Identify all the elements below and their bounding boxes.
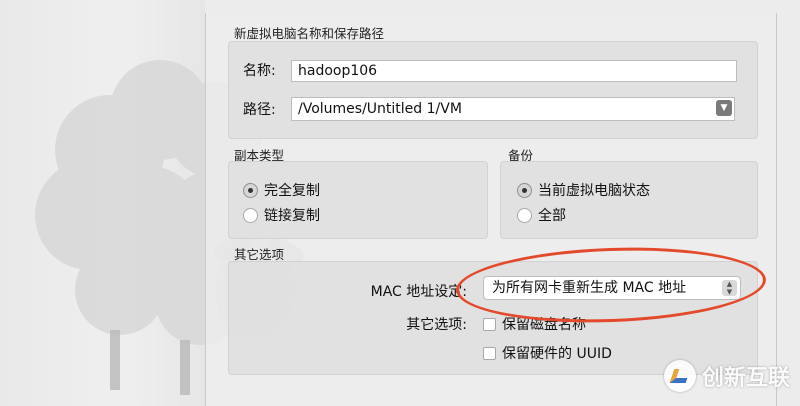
checkbox-unchecked-icon[interactable] <box>483 346 496 360</box>
other-options-label: 其它选项: <box>406 317 467 333</box>
name-section-title: 新虚拟电脑名称和保存路径 <box>234 26 385 41</box>
clone-settings-panel: 新虚拟电脑名称和保存路径 名称: hadoop106 路径: /Volumes/… <box>205 13 777 406</box>
brand-logo-icon <box>664 360 696 392</box>
radio-current-state[interactable]: 当前虚拟电脑状态 <box>517 180 650 200</box>
radio-selected-icon[interactable] <box>517 182 532 198</box>
up-down-arrows-icon[interactable]: ▲ ▼ <box>722 280 737 296</box>
clone-type-group: 完全复制 链接复制 <box>228 161 488 239</box>
keep-hw-uuid-checkbox[interactable]: 保留硬件的 UUID <box>483 343 612 363</box>
name-input[interactable]: hadoop106 <box>291 60 737 82</box>
current-state-label: 当前虚拟电脑状态 <box>538 183 650 199</box>
name-path-group: 名称: hadoop106 路径: /Volumes/Untitled 1/VM… <box>228 41 758 139</box>
full-clone-label: 完全复制 <box>264 183 320 199</box>
checkbox-unchecked-icon[interactable] <box>483 317 496 331</box>
watermark: 创新互联 <box>664 360 790 392</box>
window-background <box>0 0 205 406</box>
all-label: 全部 <box>538 208 566 224</box>
mac-label: MAC 地址设定: <box>370 284 467 300</box>
radio-linked-clone[interactable]: 链接复制 <box>243 205 320 225</box>
keep-disk-names-checkbox[interactable]: 保留磁盘名称 <box>483 314 586 334</box>
keep-disk-names-label: 保留磁盘名称 <box>502 317 586 333</box>
path-combobox[interactable]: /Volumes/Untitled 1/VM ▼ <box>291 97 735 121</box>
path-value: /Volumes/Untitled 1/VM <box>298 101 462 117</box>
mac-popup-button[interactable]: 为所有网卡重新生成 MAC 地址 ▲ ▼ <box>483 276 741 300</box>
name-label: 名称: <box>243 63 276 79</box>
path-label: 路径: <box>243 102 276 118</box>
radio-full-clone[interactable]: 完全复制 <box>243 180 320 200</box>
watermark-text: 创新互联 <box>702 366 791 391</box>
keep-hw-uuid-label: 保留硬件的 UUID <box>502 346 612 362</box>
radio-all[interactable]: 全部 <box>517 205 566 225</box>
radio-unselected-icon[interactable] <box>243 207 258 223</box>
backup-group: 当前虚拟电脑状态 全部 <box>500 161 758 239</box>
linked-clone-label: 链接复制 <box>264 208 320 224</box>
other-options-group: MAC 地址设定: 为所有网卡重新生成 MAC 地址 ▲ ▼ 其它选项: 保留磁盘… <box>228 261 758 375</box>
radio-selected-icon[interactable] <box>243 182 258 198</box>
radio-unselected-icon[interactable] <box>517 207 532 223</box>
mac-value: 为所有网卡重新生成 MAC 地址 <box>492 280 687 296</box>
chevron-down-icon[interactable]: ▼ <box>716 100 732 116</box>
